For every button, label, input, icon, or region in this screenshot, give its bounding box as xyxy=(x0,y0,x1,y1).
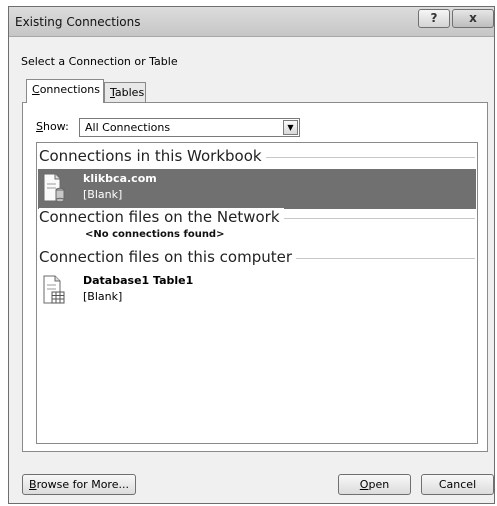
cancel-button[interactable]: Cancel xyxy=(421,474,494,495)
connections-list[interactable]: Connections in this Workbook klikbca.com… xyxy=(36,142,478,444)
workbook-connection-icon xyxy=(43,173,65,203)
connection-name: Database1 Table1 xyxy=(83,274,194,287)
close-button[interactable]: x xyxy=(452,9,494,28)
open-button[interactable]: Open xyxy=(338,474,411,495)
group-header-computer: Connection files on this computer xyxy=(39,248,475,270)
browse-accel: B xyxy=(29,478,37,491)
table-connection-icon xyxy=(43,275,65,304)
tab-tables[interactable]: Tables xyxy=(104,82,146,103)
browse-for-more-button[interactable]: Browse for More... xyxy=(22,474,136,495)
show-label-accel: S xyxy=(36,120,43,133)
show-label: Show: xyxy=(36,120,69,133)
connection-description: [Blank] xyxy=(83,290,123,303)
group-header-workbook: Connections in this Workbook xyxy=(39,147,475,169)
existing-connections-dialog: Existing Connections ? x Select a Connec… xyxy=(8,6,495,504)
close-icon: x xyxy=(469,11,477,25)
connections-tab-panel: Show: All Connections ▼ Connections in t… xyxy=(22,102,488,452)
tab-connections[interactable]: Connections xyxy=(26,79,104,103)
show-filter-value: All Connections xyxy=(85,121,171,134)
title-bar[interactable]: Existing Connections ? x xyxy=(9,7,494,37)
tab-connections-label: onnections xyxy=(39,83,100,96)
dropdown-arrow-icon[interactable]: ▼ xyxy=(283,120,298,135)
open-label: pen xyxy=(368,478,390,491)
show-label-text: how: xyxy=(42,120,69,133)
connection-description: [Blank] xyxy=(83,188,123,201)
tab-tables-label: ables xyxy=(114,86,145,99)
help-icon: ? xyxy=(430,11,438,25)
show-filter-select[interactable]: All Connections ▼ xyxy=(79,118,300,137)
help-button[interactable]: ? xyxy=(418,9,450,28)
group-label: Connection files on this computer xyxy=(39,248,297,266)
no-connections-message: <No connections found> xyxy=(85,229,225,240)
browse-label: rowse for More... xyxy=(36,478,129,491)
list-item-database1-table1[interactable]: Database1 Table1 [Blank] xyxy=(38,271,476,311)
list-item-klikbca[interactable]: klikbca.com [Blank] xyxy=(38,169,476,209)
group-header-network: Connection files on the Network xyxy=(39,208,475,230)
tab-connections-accel: C xyxy=(32,83,40,96)
dialog-title: Existing Connections xyxy=(15,15,141,29)
instruction-label: Select a Connection or Table xyxy=(21,55,178,68)
group-label: Connections in this Workbook xyxy=(39,147,266,165)
group-label: Connection files on the Network xyxy=(39,208,284,226)
connection-name: klikbca.com xyxy=(83,172,157,185)
